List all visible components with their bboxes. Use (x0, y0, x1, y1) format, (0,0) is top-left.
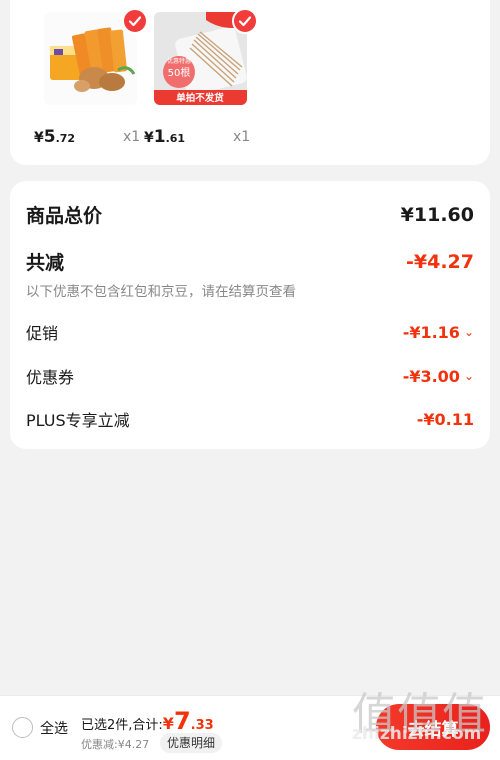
image-note-text: 优惠特惠 (167, 57, 191, 65)
selected-check-icon[interactable] (122, 8, 148, 34)
total-reduce-label: 共减 (26, 252, 65, 274)
product-price: ¥5.72 (34, 127, 75, 147)
total-price-value: ¥11.60 (400, 203, 474, 226)
chevron-down-icon[interactable]: ⌄ (464, 369, 474, 383)
price-currency: ¥ (34, 130, 44, 146)
product-quantity: x1 (233, 129, 251, 145)
discount-note: 以下优惠不包含红包和京豆，请在结算页查看 (26, 284, 296, 300)
total-reduce-value: -¥4.27 (406, 250, 474, 273)
checkout-button[interactable]: 去结算 (376, 704, 490, 750)
coupon-value: -¥3.00 (402, 366, 460, 386)
image-banner-text: 单拍不发货 (176, 92, 224, 104)
product-quantity: x1 (123, 129, 141, 145)
price-integer: 5 (43, 127, 56, 147)
selected-total: 已选2件,合计:¥7.33 (81, 707, 214, 735)
price-currency: ¥ (144, 130, 154, 146)
discount-amount: 优惠减:¥4.27 (81, 738, 150, 751)
selected-check-icon[interactable] (232, 8, 258, 34)
coupon-row[interactable]: 优惠券 -¥3.00 ⌄ (26, 364, 474, 388)
checkout-bar: 全选 已选2件,合计:¥7.33 优惠减:¥4.27 优惠明细 去结算 (0, 695, 500, 760)
total-currency: ¥ (162, 714, 174, 733)
select-all-radio[interactable] (12, 717, 33, 738)
cart-products-card: ¥5.72 x1 优惠特惠 50根 单拍不发货 ¥1.61 x1 (10, 0, 490, 165)
price-decimal: .72 (55, 132, 76, 145)
promo-label: 促销 (26, 324, 59, 343)
coupon-label: 优惠券 (26, 368, 75, 387)
discount-detail-button[interactable]: 优惠明细 (160, 733, 223, 753)
select-all-label[interactable]: 全选 (40, 718, 68, 738)
promo-row[interactable]: 促销 -¥1.16 ⌄ (26, 320, 474, 344)
total-integer: 7 (173, 707, 191, 735)
image-badge-text: 50根 (168, 66, 191, 79)
selected-count-text: 已选2件,合计: (81, 718, 163, 733)
price-integer: 1 (153, 127, 166, 147)
plus-row: PLUS专享立减 -¥0.11 (26, 407, 474, 431)
total-price-label: 商品总价 (26, 205, 103, 227)
price-decimal: .61 (165, 132, 186, 145)
chevron-down-icon[interactable]: ⌄ (464, 325, 474, 339)
total-decimal: .33 (190, 718, 214, 733)
plus-value: -¥0.11 (416, 409, 474, 429)
product-price: ¥1.61 (144, 127, 185, 147)
total-price-row: 商品总价 ¥11.60 (26, 201, 474, 228)
plus-label: PLUS专享立减 (26, 411, 130, 430)
price-summary-card: 商品总价 ¥11.60 共减 -¥4.27 以下优惠不包含红包和京豆，请在结算页… (10, 181, 490, 449)
promo-value: -¥1.16 (402, 322, 460, 342)
total-reduce-row: 共减 -¥4.27 (26, 248, 474, 275)
